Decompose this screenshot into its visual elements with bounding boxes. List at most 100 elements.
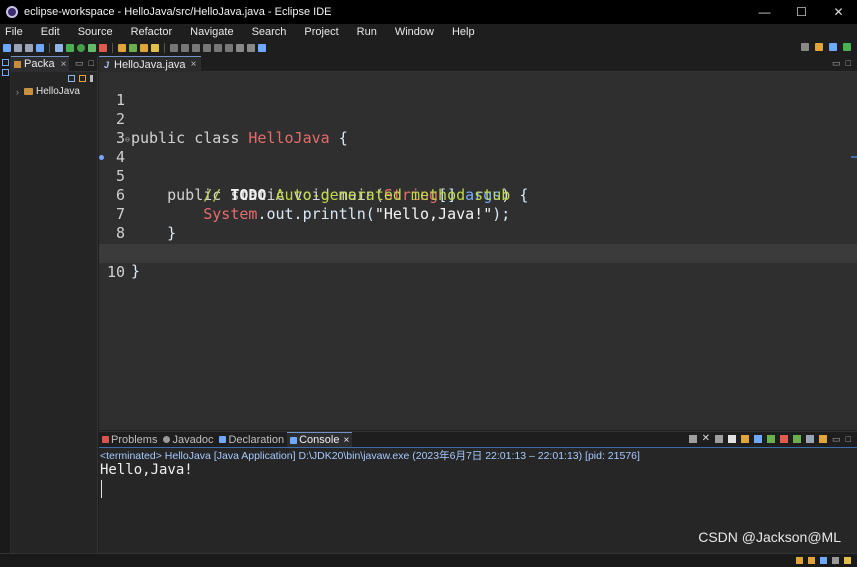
next-annotation-icon[interactable] — [214, 44, 222, 52]
terminal-icon[interactable] — [36, 44, 44, 52]
close-icon[interactable]: × — [61, 59, 67, 70]
minimize-view-icon[interactable]: ▭ — [832, 435, 841, 444]
tree-item-hellojava[interactable]: › HelloJava — [11, 85, 97, 98]
maximize-button[interactable]: ☐ — [783, 0, 820, 24]
tree-item-label: HelloJava — [36, 86, 80, 97]
minimize-view-icon[interactable]: ▭ — [75, 58, 84, 69]
restore-icon[interactable] — [2, 59, 9, 66]
code-line: 2 public class HelloJava { — [99, 91, 857, 147]
new-java-project-icon[interactable] — [118, 44, 126, 52]
toolbar-separator — [112, 43, 113, 53]
view-menu-icon[interactable] — [90, 75, 93, 82]
tab-javadoc[interactable]: Javadoc — [160, 432, 216, 448]
scroll-lock-icon[interactable] — [741, 435, 750, 443]
pin-console-icon[interactable] — [793, 435, 802, 443]
minimize-view-icon[interactable]: ▭ — [832, 58, 841, 69]
java-file-icon: J — [104, 59, 110, 70]
terminate-icon[interactable] — [688, 435, 697, 443]
bottom-panel-tabbar: Problems Javadoc Declaration Console × ✕… — [99, 431, 857, 448]
chevron-right-icon[interactable]: › — [16, 87, 19, 97]
remove-all-icon[interactable] — [715, 435, 724, 443]
status-update-icon[interactable] — [796, 557, 803, 564]
tab-console[interactable]: Console × — [287, 431, 353, 448]
console-output[interactable]: <terminated> HelloJava [Java Application… — [99, 447, 857, 553]
declaration-icon — [219, 436, 227, 443]
new-package-icon[interactable] — [129, 44, 137, 52]
minimize-button[interactable]: — — [746, 0, 783, 24]
pin-editor-icon[interactable] — [258, 44, 266, 52]
link-with-editor-icon[interactable] — [79, 75, 86, 82]
search-toolbar-icon[interactable] — [151, 44, 159, 52]
editor-tabbar: J HelloJava.java × ▭ □ — [99, 56, 857, 72]
window-title: eclipse-workspace - HelloJava/src/HelloJ… — [24, 6, 332, 18]
show-stderr-icon[interactable] — [780, 435, 789, 443]
tab-hellojava-java[interactable]: J HelloJava.java × — [99, 56, 202, 72]
tab-label: Console — [299, 434, 340, 446]
status-settings-icon[interactable] — [832, 557, 839, 564]
menu-help[interactable]: Help — [452, 26, 475, 38]
menu-source[interactable]: Source — [78, 26, 113, 38]
menu-project[interactable]: Project — [304, 26, 338, 38]
open-console-icon[interactable] — [819, 435, 828, 443]
tab-problems[interactable]: Problems — [99, 432, 160, 448]
menu-navigate[interactable]: Navigate — [190, 26, 233, 38]
hierarchy-icon[interactable] — [2, 69, 9, 76]
annotation-icon[interactable] — [170, 44, 178, 52]
menu-edit[interactable]: Edit — [41, 26, 60, 38]
open-type-icon[interactable] — [140, 44, 148, 52]
debug-perspective-icon[interactable] — [843, 43, 851, 51]
new-icon[interactable] — [3, 44, 11, 52]
tab-declaration[interactable]: Declaration — [216, 432, 287, 448]
open-perspective-icon[interactable] — [815, 43, 823, 51]
show-stdout-icon[interactable] — [767, 435, 776, 443]
close-icon[interactable]: × — [343, 435, 349, 446]
java-perspective-icon[interactable] — [829, 43, 837, 51]
search-icon[interactable] — [801, 43, 809, 51]
maximize-view-icon[interactable]: □ — [846, 58, 851, 69]
block-selection-icon[interactable] — [192, 44, 200, 52]
javadoc-icon — [163, 436, 171, 443]
status-marketplace-icon[interactable] — [808, 557, 815, 564]
coverage-icon[interactable] — [88, 44, 96, 52]
code-line: 3 — [99, 110, 857, 147]
status-tip-icon[interactable] — [844, 557, 851, 564]
status-notification-icon[interactable] — [820, 557, 827, 564]
package-explorer-label: Packa — [24, 58, 55, 70]
forward-icon[interactable] — [247, 44, 255, 52]
package-icon — [14, 60, 21, 68]
tab-label: Declaration — [228, 433, 285, 446]
skip-breakpoints-icon[interactable] — [55, 44, 63, 52]
problems-icon — [102, 436, 109, 443]
remove-launch-icon[interactable]: ✕ — [702, 434, 710, 444]
code-line: 8 — [99, 205, 857, 242]
tab-package-explorer[interactable]: Packa × — [11, 55, 70, 72]
prev-annotation-icon[interactable] — [225, 44, 233, 52]
toolbar-separator — [164, 43, 165, 53]
save-icon[interactable] — [14, 44, 22, 52]
maximize-view-icon[interactable]: □ — [89, 58, 94, 69]
external-tools-icon[interactable] — [99, 44, 107, 52]
collapse-all-icon[interactable] — [68, 75, 75, 82]
menu-search[interactable]: Search — [252, 26, 287, 38]
code-editor[interactable]: 1 2 public class HelloJava { 3 4 ⊖ publi… — [99, 72, 857, 430]
package-explorer-panel: Packa × ▭ □ › HelloJava — [11, 55, 98, 553]
display-console-icon[interactable] — [806, 435, 815, 443]
clear-console-icon[interactable] — [728, 435, 737, 443]
run-icon[interactable] — [77, 44, 85, 52]
close-window-button[interactable]: ✕ — [820, 0, 857, 24]
eclipse-logo-icon — [6, 6, 18, 18]
fold-toggle-icon[interactable]: ⊖ — [125, 130, 130, 149]
show-whitespace-icon[interactable] — [203, 44, 211, 52]
back-icon[interactable] — [236, 44, 244, 52]
debug-icon[interactable] — [66, 44, 74, 52]
editor-view-controls: ▭ □ — [832, 58, 851, 69]
menu-refactor[interactable]: Refactor — [131, 26, 173, 38]
menu-run[interactable]: Run — [357, 26, 377, 38]
save-all-icon[interactable] — [25, 44, 33, 52]
menu-file[interactable]: File — [5, 26, 23, 38]
word-wrap-icon[interactable] — [754, 435, 763, 443]
menu-window[interactable]: Window — [395, 26, 434, 38]
close-icon[interactable]: × — [191, 59, 197, 70]
maximize-view-icon[interactable]: □ — [846, 435, 851, 444]
mark-occurrences-icon[interactable] — [181, 44, 189, 52]
